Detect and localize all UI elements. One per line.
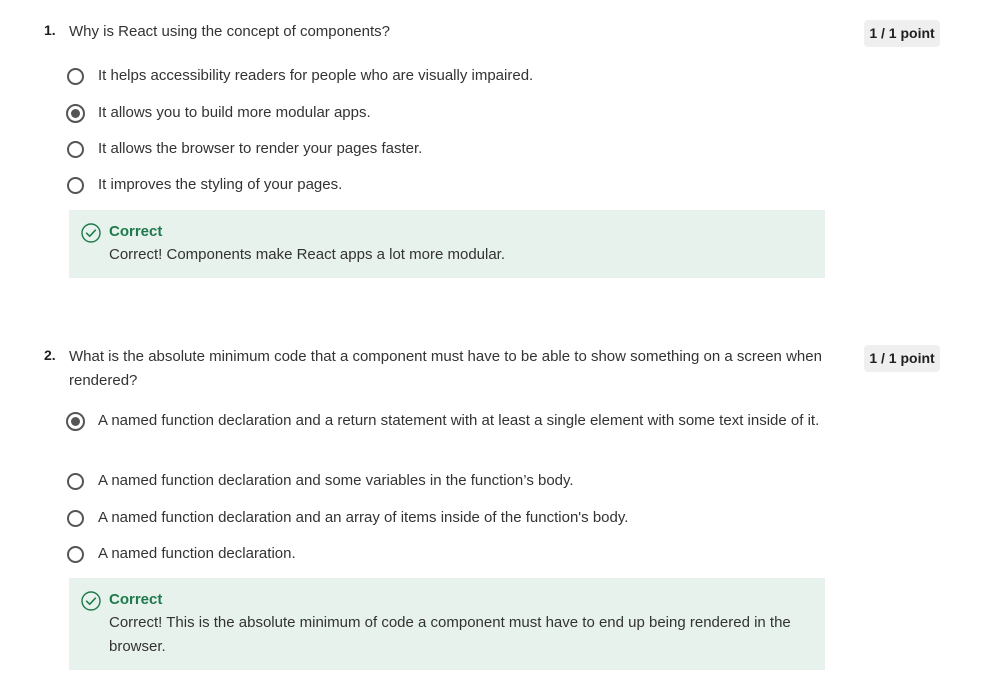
radio-button[interactable] [67,68,84,85]
radio-button-selected[interactable] [66,412,85,431]
points-badge: 1 / 1 point [864,345,940,372]
option-label: It allows you to build more modular apps… [98,104,371,121]
option-label: It allows the browser to render your pag… [98,140,423,157]
points-badge: 1 / 1 point [864,20,940,47]
option-label: A named function declaration. [98,545,296,562]
option-label: It helps accessibility readers for peopl… [98,67,534,84]
radio-button[interactable] [67,473,84,490]
check-circle-icon [81,223,101,243]
option-label: It improves the styling of your pages. [98,176,343,193]
feedback-panel: Correct Correct! This is the absolute mi… [69,578,825,670]
radio-button[interactable] [67,510,84,527]
option-label: A named function declaration and a retur… [98,412,820,429]
option-label: A named function declaration and some va… [98,472,574,489]
check-circle-icon [81,591,101,611]
radio-button[interactable] [67,141,84,158]
quiz-results-page: 1. Why is React using the concept of com… [0,0,998,686]
feedback-text: Correct! This is the absolute minimum of… [109,614,791,655]
question-number: 2. [44,347,56,363]
option-label: A named function declaration and an arra… [98,509,629,526]
radio-button-selected[interactable] [66,104,85,123]
radio-button[interactable] [67,546,84,563]
radio-button[interactable] [67,177,84,194]
feedback-title: Correct [109,223,163,240]
question-number: 1. [44,22,56,38]
question-text: What is the absolute minimum code that a… [69,348,822,389]
question-text: Why is React using the concept of compon… [69,23,391,40]
feedback-text: Correct! Components make React apps a lo… [109,246,506,263]
feedback-panel: Correct Correct! Components make React a… [69,210,825,278]
feedback-title: Correct [109,591,163,608]
